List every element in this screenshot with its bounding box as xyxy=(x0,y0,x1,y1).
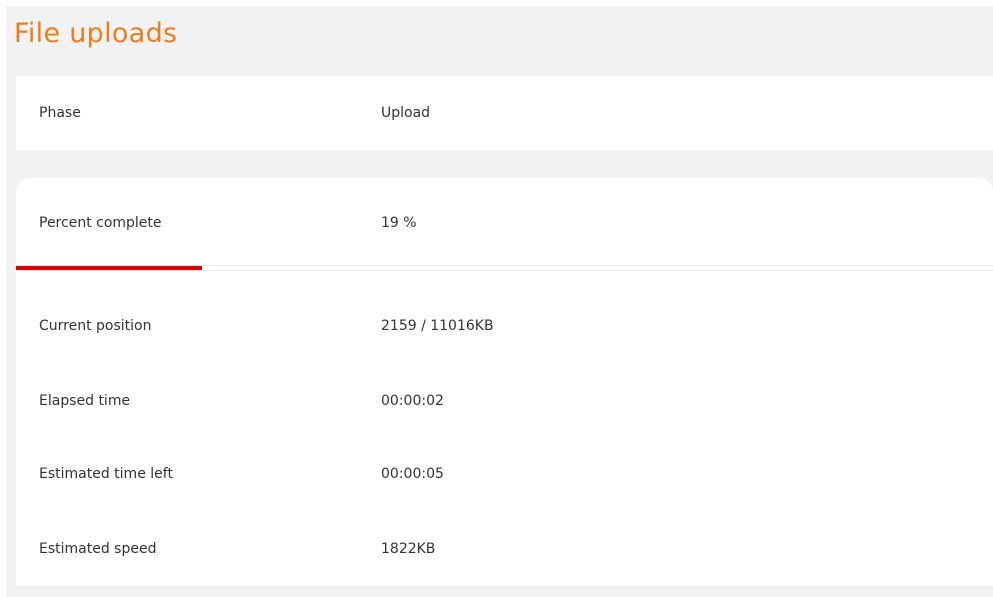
page-title: File uploads xyxy=(14,18,178,49)
current-position-label: Current position xyxy=(39,318,152,334)
upload-status-panel: File uploads Phase Upload Percent comple… xyxy=(6,6,993,597)
progress-bar xyxy=(16,265,993,271)
phase-card: Phase Upload xyxy=(16,76,993,150)
progress-bar-fill xyxy=(16,266,202,270)
estimated-speed-value: 1822KB xyxy=(381,541,436,557)
percent-complete-label: Percent complete xyxy=(39,215,162,231)
estimated-time-left-label: Estimated time left xyxy=(39,466,173,482)
estimated-time-left-value: 00:00:05 xyxy=(381,466,444,482)
progress-card: Percent complete 19 % Current position 2… xyxy=(16,178,993,586)
phase-label: Phase xyxy=(39,105,81,121)
phase-value: Upload xyxy=(381,105,431,121)
percent-complete-value: 19 % xyxy=(381,215,417,231)
elapsed-time-label: Elapsed time xyxy=(39,393,131,409)
elapsed-time-value: 00:00:02 xyxy=(381,393,444,409)
estimated-speed-label: Estimated speed xyxy=(39,541,157,557)
current-position-value: 2159 / 11016KB xyxy=(381,318,494,334)
